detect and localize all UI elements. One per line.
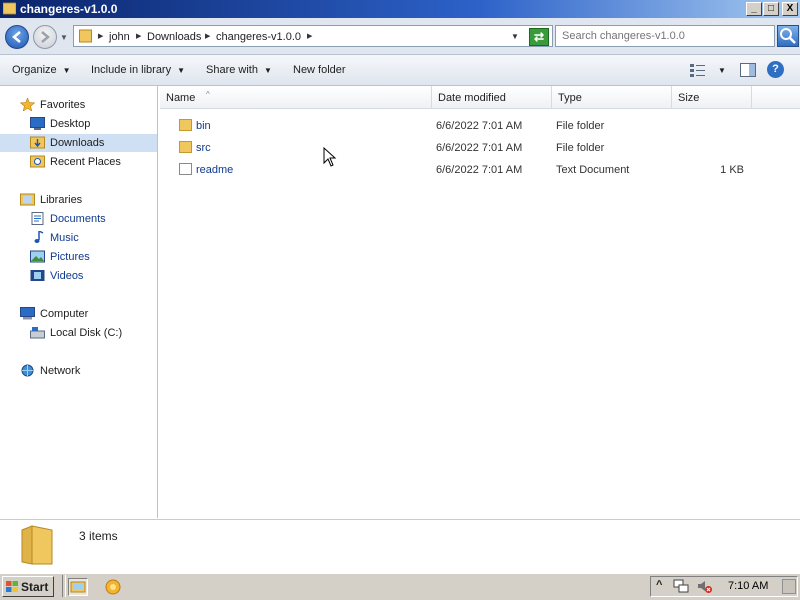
disk-drive-icon: [30, 327, 45, 339]
show-desktop-button[interactable]: [782, 579, 796, 594]
maximize-button[interactable]: □: [763, 2, 779, 16]
title-bar[interactable]: [0, 0, 800, 18]
nav-computer[interactable]: Computer: [0, 305, 157, 323]
app-icon: [105, 579, 121, 595]
back-button[interactable]: [5, 25, 29, 49]
explorer-icon: [70, 581, 86, 593]
start-button[interactable]: Start: [2, 576, 54, 597]
folder-icon: [21, 525, 53, 565]
volume-muted-icon[interactable]: [697, 579, 713, 594]
nav-network[interactable]: Network: [0, 362, 157, 380]
breadcrumb-separator[interactable]: ▶: [205, 32, 210, 40]
breadcrumb-changeres[interactable]: changeres-v1.0.0: [216, 31, 301, 43]
new-folder-button[interactable]: New folder: [293, 64, 346, 76]
quicklaunch-app-button[interactable]: [104, 578, 124, 596]
videos-icon: [30, 270, 45, 281]
nav-downloads[interactable]: Downloads: [0, 134, 157, 152]
network-icon: [21, 364, 34, 377]
address-history-dropdown[interactable]: ▼: [511, 32, 519, 41]
organize-menu[interactable]: Organize ▼: [12, 64, 71, 76]
breadcrumb-john[interactable]: john: [109, 31, 130, 43]
details-pane: [0, 519, 800, 574]
view-options-dropdown[interactable]: ▼: [718, 66, 726, 75]
nav-videos[interactable]: Videos: [0, 267, 157, 285]
text-document-icon: [179, 163, 192, 175]
breadcrumb-separator[interactable]: ▶: [98, 32, 103, 40]
breadcrumb-downloads[interactable]: Downloads: [147, 31, 201, 43]
column-header-name[interactable]: Name ^: [160, 86, 432, 108]
nav-recent-places[interactable]: Recent Places: [0, 153, 157, 171]
chevron-down-icon: ▼: [263, 66, 272, 75]
file-row-bin[interactable]: bin 6/6/2022 7:01 AM File folder: [160, 115, 800, 137]
arrow-left-icon: [12, 31, 21, 43]
breadcrumb-separator[interactable]: ▶: [136, 32, 141, 40]
refresh-icon: ⇄: [533, 30, 545, 44]
close-button[interactable]: X: [782, 2, 798, 16]
nav-pictures[interactable]: Pictures: [0, 248, 157, 266]
file-row-src[interactable]: src 6/6/2022 7:01 AM File folder: [160, 137, 800, 159]
folder-icon: [3, 2, 16, 15]
desktop-icon: [30, 117, 45, 130]
chevron-down-icon: ▼: [177, 66, 186, 75]
item-count: 3 items: [79, 529, 118, 543]
preview-pane-icon[interactable]: [740, 63, 756, 77]
search-input[interactable]: [562, 30, 762, 42]
recent-pages-dropdown[interactable]: ▼: [60, 33, 68, 42]
column-header-size[interactable]: Size: [672, 86, 752, 108]
network-status-icon[interactable]: [673, 579, 689, 594]
explorer-quicklaunch-button[interactable]: [68, 578, 88, 596]
search-icon: [780, 28, 796, 44]
folder-icon: [79, 29, 92, 43]
address-bar[interactable]: ▶ john ▶ Downloads ▶ changeres-v1.0.0 ▶ …: [73, 25, 553, 47]
help-icon: ?: [772, 63, 779, 75]
include-in-library-menu[interactable]: Include in library ▼: [91, 64, 185, 76]
windows-logo-icon: [6, 581, 18, 592]
recent-places-icon: [30, 155, 45, 168]
star-icon: [20, 98, 35, 111]
computer-icon: [20, 307, 35, 320]
music-icon: [34, 231, 44, 243]
share-with-menu[interactable]: Share with ▼: [206, 64, 272, 76]
search-box[interactable]: [555, 25, 775, 47]
column-header-date-modified[interactable]: Date modified: [432, 86, 552, 108]
folder-icon: [179, 119, 192, 131]
pictures-icon: [30, 250, 45, 263]
downloads-folder-icon: [30, 136, 45, 149]
change-view-icon[interactable]: [690, 63, 706, 77]
show-hidden-icons-button[interactable]: ^: [656, 579, 662, 591]
arrow-right-icon: [41, 31, 50, 43]
nav-local-disk[interactable]: Local Disk (C:): [0, 324, 157, 342]
help-button[interactable]: ?: [767, 61, 784, 78]
search-button[interactable]: [777, 25, 799, 47]
nav-favorites[interactable]: Favorites: [0, 96, 157, 114]
nav-music[interactable]: Music: [0, 229, 157, 247]
folder-icon: [179, 141, 192, 153]
minimize-button[interactable]: _: [746, 2, 762, 16]
refresh-button[interactable]: ⇄: [529, 28, 549, 46]
documents-icon: [31, 212, 44, 225]
nav-desktop[interactable]: Desktop: [0, 115, 157, 133]
taskbar-separator: [62, 575, 66, 597]
column-header-type[interactable]: Type: [552, 86, 672, 108]
sort-ascending-icon: ^: [206, 90, 210, 99]
window-title: changeres-v1.0.0: [20, 2, 118, 16]
breadcrumb-separator[interactable]: ▶: [307, 32, 312, 40]
mouse-cursor-icon: [323, 147, 337, 167]
column-headers: Name ^ Date modified Type Size: [160, 86, 800, 109]
clock[interactable]: 7:10 AM: [728, 580, 768, 592]
file-row-readme[interactable]: readme 6/6/2022 7:01 AM Text Document 1 …: [160, 159, 800, 181]
libraries-icon: [20, 193, 35, 206]
nav-documents[interactable]: Documents: [0, 210, 157, 228]
forward-button[interactable]: [33, 25, 57, 49]
chevron-down-icon: ▼: [62, 66, 71, 75]
nav-libraries[interactable]: Libraries: [0, 191, 157, 209]
